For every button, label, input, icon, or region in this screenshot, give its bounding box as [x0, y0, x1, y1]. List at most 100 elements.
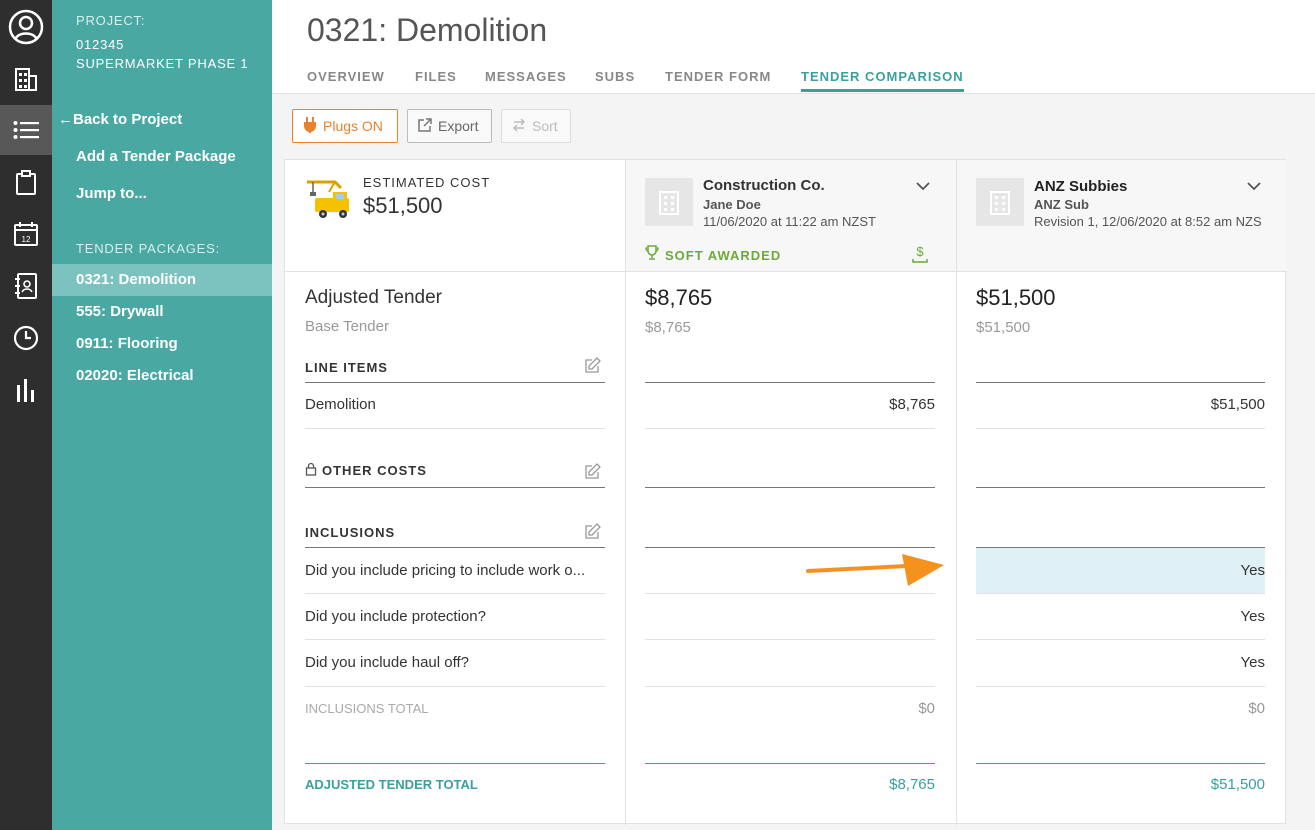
divider: [305, 763, 605, 764]
bidder-adjusted-tender: $8,765: [645, 285, 713, 310]
arrow-left-icon: ←: [58, 111, 73, 128]
calendar-icon[interactable]: 12: [0, 209, 52, 259]
project-name: SUPERMARKET PHASE 1: [76, 56, 249, 71]
sort-label: Sort: [532, 118, 558, 134]
bidder-answer: Yes: [1240, 654, 1265, 671]
bidder-header-anz-subbies: ANZ Subbies ANZ Sub Revision 1, 12/06/20…: [956, 160, 1287, 272]
tab-subs[interactable]: SUBS: [595, 69, 635, 89]
bidder-demolition-amount: $8,765: [889, 396, 935, 413]
line-items-heading: LINE ITEMS: [305, 360, 388, 375]
building-icon[interactable]: [0, 54, 52, 104]
column-divider: [625, 160, 626, 825]
export-button[interactable]: Export: [407, 109, 492, 143]
tab-tender-comparison[interactable]: TENDER COMPARISON: [801, 69, 964, 92]
inclusion-question: Did you include protection?: [305, 608, 486, 625]
bidder-inclusions-total: $0: [918, 700, 935, 717]
divider: [645, 487, 935, 488]
tab-tender-form[interactable]: TENDER FORM: [665, 69, 771, 89]
divider: [976, 593, 1265, 594]
sidebar-item-electrical[interactable]: 02020: Electrical: [52, 360, 272, 392]
divider: [305, 686, 605, 687]
divider: [976, 382, 1265, 383]
other-costs-heading: OTHER COSTS: [322, 463, 427, 478]
bidder-adjusted-total: $8,765: [889, 776, 935, 793]
divider: [976, 639, 1265, 640]
bidder-answer: Yes: [1240, 608, 1265, 625]
divider: [645, 686, 935, 687]
adjusted-tender-label: Adjusted Tender: [305, 287, 442, 308]
jump-to-link[interactable]: Jump to...: [76, 185, 147, 202]
external-link-icon: [418, 117, 432, 135]
plugs-on-label: Plugs ON: [323, 118, 383, 134]
estimated-cost-label: ESTIMATED COST: [363, 175, 491, 190]
user-icon[interactable]: [0, 2, 52, 52]
estimated-cost-value: $51,500: [363, 193, 443, 218]
bar-chart-icon[interactable]: [0, 365, 52, 415]
divider: [305, 428, 605, 429]
divider: [976, 428, 1265, 429]
project-label: PROJECT:: [76, 13, 146, 28]
dollar-download-icon[interactable]: $: [911, 244, 929, 269]
bidder-demolition-amount: $51,500: [1210, 396, 1265, 413]
icon-rail: 12: [0, 0, 52, 830]
annotation-arrow-icon: [806, 552, 946, 595]
edit-icon[interactable]: [585, 463, 601, 484]
plug-icon: [303, 116, 317, 136]
divider: [645, 382, 935, 383]
line-item-demolition: Demolition: [305, 396, 376, 413]
bidder-date: 11/06/2020 at 11:22 am NZST: [703, 214, 876, 229]
divider: [976, 487, 1265, 488]
sort-button[interactable]: Sort: [501, 109, 571, 143]
edit-icon[interactable]: [585, 523, 601, 544]
bidder-base-tender: $8,765: [645, 319, 691, 336]
divider: [305, 639, 605, 640]
tab-overview[interactable]: OVERVIEW: [307, 69, 385, 89]
clock-icon[interactable]: [0, 313, 52, 363]
divider: [305, 593, 605, 594]
add-tender-package-link[interactable]: Add a Tender Package: [76, 148, 236, 165]
divider: [645, 547, 935, 548]
tender-packages-label: TENDER PACKAGES:: [76, 241, 221, 256]
divider: [305, 547, 605, 548]
address-book-icon[interactable]: [0, 261, 52, 311]
divider: [305, 487, 605, 488]
trophy-icon: [645, 245, 659, 265]
sidebar-item-drywall[interactable]: 555: Drywall: [52, 296, 272, 328]
sidebar-item-flooring[interactable]: 0911: Flooring: [52, 328, 272, 360]
soft-awarded-badge: SOFT AWARDED: [645, 245, 781, 265]
inclusion-question: Did you include haul off?: [305, 654, 470, 671]
project-number: 012345: [76, 37, 125, 52]
bidder-company: Construction Co.: [703, 177, 825, 194]
back-to-project-label: Back to Project: [73, 111, 183, 128]
divider: [645, 639, 935, 640]
bidder-contact: ANZ Sub: [1034, 197, 1089, 212]
adjusted-tender-total-label: ADJUSTED TENDER TOTAL: [305, 777, 478, 792]
chevron-down-icon[interactable]: [1246, 178, 1262, 196]
clipboard-icon[interactable]: [0, 158, 52, 208]
back-to-project-link[interactable]: ←Back to Project: [58, 111, 182, 128]
divider: [645, 763, 935, 764]
project-sidebar: PROJECT: 012345 SUPERMARKET PHASE 1 ←Bac…: [52, 0, 272, 830]
tab-messages[interactable]: MESSAGES: [485, 69, 567, 89]
divider: [645, 428, 935, 429]
estimate-header: ESTIMATED COST $51,500: [285, 160, 625, 272]
divider: [976, 763, 1265, 764]
svg-text:$: $: [916, 244, 924, 259]
sidebar-item-demolition[interactable]: 0321: Demolition: [52, 264, 272, 296]
inclusions-heading: INCLUSIONS: [305, 525, 396, 540]
bidder-adjusted-tender: $51,500: [976, 285, 1056, 310]
lock-icon: [305, 462, 317, 481]
inclusions-total-label: INCLUSIONS TOTAL: [305, 701, 429, 716]
chevron-down-icon[interactable]: [915, 178, 931, 196]
bidder-answer: Yes: [1240, 562, 1265, 579]
tab-files[interactable]: FILES: [415, 69, 457, 89]
bidder-contact: Jane Doe: [703, 197, 761, 212]
bidder-company: ANZ Subbies: [1034, 178, 1128, 195]
sort-arrows-icon: [512, 118, 526, 135]
bidder-inclusions-total: $0: [1248, 700, 1265, 717]
page-header: 0321: Demolition OVERVIEW FILES MESSAGES…: [272, 0, 1315, 94]
column-divider: [956, 160, 957, 825]
list-icon[interactable]: [0, 105, 52, 155]
plugs-on-button[interactable]: Plugs ON: [292, 109, 398, 143]
edit-icon[interactable]: [585, 357, 601, 378]
